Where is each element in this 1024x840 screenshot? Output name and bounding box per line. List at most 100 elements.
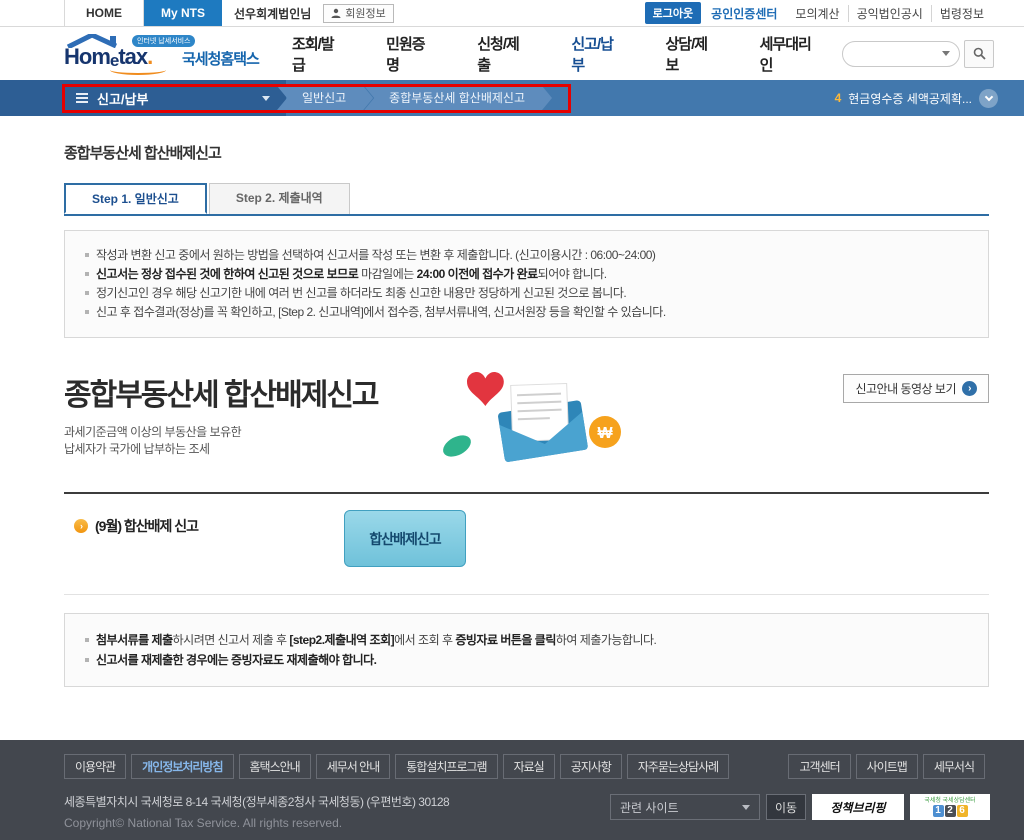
- related-site-select[interactable]: 관련 사이트: [610, 794, 760, 820]
- notice-list-2: 첨부서류를 제출하시려면 신고서 제출 후 [step2.제출내역 조회]에서 …: [83, 630, 970, 670]
- hometax-logo[interactable]: Hometax. 인터넷 납세서비스 국세청홈택스: [64, 32, 271, 76]
- notice-text-segment: 증빙자료 버튼을 클릭: [455, 633, 556, 647]
- bullet-square-icon: [85, 272, 89, 276]
- notice-expand-button[interactable]: [979, 88, 998, 108]
- notice-box-1: 작성과 변환 신고 중에서 원하는 방법을 선택하여 신고서를 작성 또는 변환…: [64, 230, 989, 338]
- footer-link[interactable]: 고객센터: [788, 754, 851, 779]
- footer-link[interactable]: 자료실: [502, 754, 555, 779]
- report-month-label: (9월) 합산배제 신고: [95, 518, 199, 534]
- policy-briefing-label: 정책브리핑: [830, 800, 886, 815]
- step-tabs: Step 1. 일반신고 Step 2. 제출내역: [64, 183, 989, 216]
- tax-call-center-banner[interactable]: 국세청 국세상담센터 126: [910, 794, 990, 820]
- footer-link[interactable]: 세무서 안내: [315, 754, 391, 779]
- search-input[interactable]: [842, 40, 960, 67]
- main-menu-item[interactable]: 신고/납부: [550, 33, 644, 75]
- step-tab[interactable]: Step 2. 제출내역: [208, 183, 350, 214]
- chevron-down-icon[interactable]: [942, 51, 950, 56]
- policy-briefing-banner[interactable]: 정책브리핑: [812, 794, 904, 820]
- chevron-down-icon: [742, 804, 750, 810]
- bullet-square-icon: [85, 658, 89, 662]
- step-tab[interactable]: Step 1. 일반신고: [64, 183, 207, 214]
- cert-center-link[interactable]: 공인인증센터: [711, 5, 777, 22]
- main-menu-item[interactable]: 신청/제출: [456, 33, 550, 75]
- logout-button[interactable]: 로그아웃: [644, 2, 702, 24]
- video-guide-button[interactable]: 신고안내 동영상 보기 ›: [843, 374, 989, 403]
- notice-text: 신고서를 재제출한 경우에는 증빙자료도 재제출해야 합니다.: [96, 653, 377, 667]
- main-content: 종합부동산세 합산배제신고 Step 1. 일반신고 Step 2. 제출내역 작…: [64, 142, 989, 687]
- search-button[interactable]: [964, 39, 994, 68]
- member-info-button[interactable]: 회원정보: [323, 3, 394, 23]
- footer-links-left: 이용약관 개인정보처리방침 홈택스안내 세무서 안내 통합설치프로그램 자료실 공지사항 자주…: [64, 754, 734, 779]
- utility-link[interactable]: 공익법인공시: [847, 4, 931, 22]
- report-section: › (9월) 합산배제 신고 합산배제신고: [64, 494, 989, 594]
- main-menu-item[interactable]: 세무대리인: [739, 33, 842, 75]
- main-menu: 조회/발급 민원증명 신청/제출 신고/납부 상담/제보 세무대리인: [271, 33, 842, 75]
- logo-swoosh: [110, 65, 166, 75]
- notice-text-segment: 되어야 합니다.: [537, 267, 607, 281]
- call-number-digit: 6: [956, 804, 968, 817]
- breadcrumb-item[interactable]: 일반신고: [275, 84, 373, 113]
- nav-menu-dropdown[interactable]: 신고/납부: [0, 80, 286, 116]
- arrow-right-circle-icon: ›: [962, 381, 977, 396]
- notice-text-segment: 에서 조회 후: [394, 633, 456, 647]
- main-menu-item[interactable]: 민원증명: [365, 33, 456, 75]
- nav-notice-ticker: 4 현금영수증 세액공제확...: [835, 80, 998, 116]
- notice-text: 신고서는 정상 접수된 것에 한하여 신고된 것으로 보므로 마감일에는 24:…: [96, 267, 607, 281]
- won-coin-icon: ₩: [589, 416, 621, 448]
- notice-text-segment: 신고서는 정상 접수된 것에 한하여 신고된 것으로 보므로: [96, 267, 359, 281]
- footer-link[interactable]: 개인정보처리방침: [131, 754, 234, 779]
- utility-link[interactable]: 법령정보: [930, 4, 992, 22]
- notice-text-segment: 신고서를 재제출한 경우에는 증빙자료도 재제출해야 합니다.: [96, 653, 377, 667]
- footer-link[interactable]: 이용약관: [64, 754, 127, 779]
- report-section-label: › (9월) 합산배제 신고: [74, 516, 199, 536]
- home-tab[interactable]: HOME: [64, 0, 144, 26]
- notice-text-segment: 작성과 변환 신고 중에서 원하는 방법을 선택하여 신고서를 작성 또는 변환…: [96, 248, 656, 262]
- main-menu-item[interactable]: 상담/제보: [644, 33, 738, 75]
- main-menu-item[interactable]: 조회/발급: [271, 33, 365, 75]
- footer-link[interactable]: 세무서식: [922, 754, 985, 779]
- notice-text-segment: 신고 후 접수결과(정상)를 꼭 확인하고, [Step 2. 신고내역]에서 …: [96, 305, 666, 319]
- notice-text-segment: 24:00 이전에 접수가 완료: [416, 267, 539, 281]
- footer-link[interactable]: 홈택스안내: [238, 754, 311, 779]
- notice-text-segment: 첨부서류를 제출: [96, 633, 173, 647]
- footer-links-row: 이용약관 개인정보처리방침 홈택스안내 세무서 안내 통합설치프로그램 자료실 공지사항 자주…: [64, 754, 990, 779]
- envelope-icon: [498, 382, 588, 462]
- exclusion-report-button[interactable]: 합산배제신고: [344, 510, 466, 567]
- my-nts-tab[interactable]: My NTS: [144, 0, 222, 26]
- bullet-square-icon: [85, 291, 89, 295]
- hometax-page: HOME My NTS 선우회계법인님 회원정보 로그아웃 공인인증센터 모의계…: [0, 0, 1024, 840]
- site-search: [842, 39, 994, 68]
- site-header: Hometax. 인터넷 납세서비스 국세청홈택스 조회/발급 민원증명 신청/제출…: [0, 27, 1024, 80]
- bullet-square-icon: [85, 253, 89, 257]
- footer-links-right: 고객센터 사이트맵 세무서식: [788, 754, 990, 779]
- footer-link[interactable]: 자주묻는상담사례: [626, 754, 730, 779]
- notice-bullet: 신고서는 정상 접수된 것에 한하여 신고된 것으로 보므로 마감일에는 24:…: [83, 265, 970, 284]
- call-center-label: 국세청 국세상담센터: [924, 797, 976, 804]
- top-utility-bar: HOME My NTS 선우회계법인님 회원정보 로그아웃 공인인증센터 모의계…: [0, 0, 1024, 27]
- page-title: 종합부동산세 합산배제신고: [64, 145, 222, 162]
- utility-links: 로그아웃 공인인증센터 모의계산 공익법인공시 법령정보: [644, 0, 1024, 26]
- utility-link[interactable]: 모의계산: [787, 5, 847, 22]
- notice-text: 신고 후 접수결과(정상)를 꼭 확인하고, [Step 2. 신고내역]에서 …: [96, 305, 666, 319]
- footer-link[interactable]: 공지사항: [559, 754, 622, 779]
- footer-link[interactable]: 사이트맵: [855, 754, 918, 779]
- hero-illustration: ₩: [443, 372, 621, 462]
- notice-bullet: 첨부서류를 제출하시려면 신고서 제출 후 [step2.제출내역 조회]에서 …: [83, 630, 970, 650]
- breadcrumb-item[interactable]: 종합부동산세 합산배제신고: [362, 84, 552, 113]
- utility-link-group: 모의계산 공익법인공시 법령정보: [787, 4, 992, 22]
- sub-navigation-bar: 신고/납부 일반신고 종합부동산세 합산배제신고 4 현금영수증 세액공제확...: [0, 80, 1024, 116]
- bullet-square-icon: [85, 638, 89, 642]
- bullet-square-icon: [85, 310, 89, 314]
- breadcrumb: 일반신고 종합부동산세 합산배제신고: [286, 84, 552, 113]
- notice-text-segment: 정기신고인 경우 해당 신고기한 내에 여러 번 신고를 하더라도 최종 신고한…: [96, 286, 627, 300]
- go-button[interactable]: 이동: [766, 794, 806, 820]
- related-site-controls: 관련 사이트 이동 정책브리핑 국세청 국세상담센터 126: [610, 794, 990, 820]
- call-number-digit: 2: [944, 804, 956, 817]
- video-guide-label: 신고안내 동영상 보기: [855, 382, 956, 396]
- arrow-right-circle-icon: ›: [74, 519, 88, 533]
- notice-text: 작성과 변환 신고 중에서 원하는 방법을 선택하여 신고서를 작성 또는 변환…: [96, 248, 656, 262]
- notice-bullet: 작성과 변환 신고 중에서 원하는 방법을 선택하여 신고서를 작성 또는 변환…: [83, 246, 970, 265]
- svg-text:₩: ₩: [597, 425, 613, 442]
- footer-link[interactable]: 통합설치프로그램: [395, 754, 498, 779]
- notice-text: 첨부서류를 제출하시려면 신고서 제출 후 [step2.제출내역 조회]에서 …: [96, 633, 657, 647]
